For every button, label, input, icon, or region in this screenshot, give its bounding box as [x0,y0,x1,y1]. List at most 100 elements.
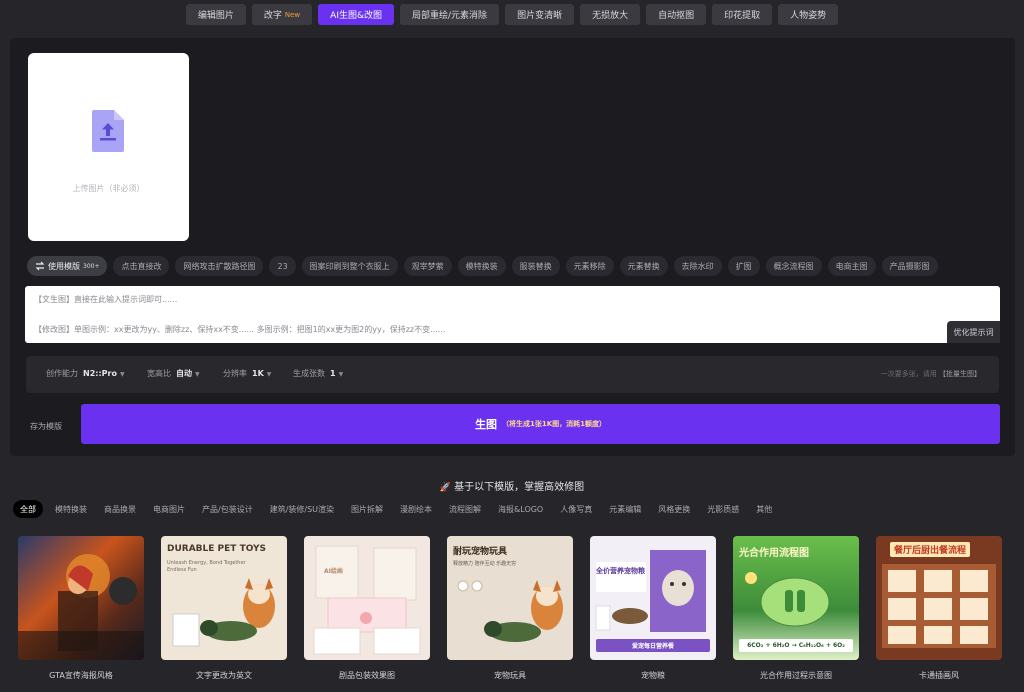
tab-cutout[interactable]: 自动抠图 [646,4,707,25]
tab-label: 局部重绘/元素消除 [412,11,488,21]
resolution-select[interactable]: 分辨率 1K ▼ [223,368,271,379]
template-chip[interactable]: 点击直接改 [113,256,170,276]
template-card[interactable]: 光合作用流程图 6CO₂ + 6H₂O → C₆H₁₂O₆ + 6O₂ 光合作用… [733,536,859,681]
save-template-button[interactable]: 存为模版 [30,421,62,432]
category-tab[interactable]: 电商图片 [148,500,190,518]
template-chip[interactable]: 图案印刷到整个衣服上 [301,256,398,276]
template-chip[interactable]: 产品摄影图 [881,256,938,276]
count-select[interactable]: 生成张数 1 ▼ [293,368,343,379]
template-chips: 使用模版 300+ 点击直接改 网络攻击扩散路径图 23 图案印刷到整个衣服上 … [27,256,938,276]
template-chip[interactable]: 电商主图 [827,256,876,276]
ratio-label: 宽高比 [147,369,171,378]
resolution-label: 分辨率 [223,369,247,378]
caret-down-icon: ▼ [195,371,200,378]
category-tab[interactable]: 模特换装 [50,500,92,518]
category-tab[interactable]: 元素编辑 [604,500,646,518]
template-card[interactable]: 全价营养宠物粮 爱宠每日营养餐 宠物粮 [590,536,716,681]
template-chip[interactable]: 网络攻击扩散路径图 [175,256,264,276]
tab-ai-generate[interactable]: AI生图&改图 [318,4,395,25]
template-chip[interactable]: 观宰梦萦 [403,256,452,276]
ratio-select[interactable]: 宽高比 自动 ▼ [147,368,200,379]
category-tab[interactable]: 图片拆解 [346,500,388,518]
kitchen-illustration [882,564,996,648]
caret-down-icon: ▼ [266,371,272,378]
optimize-prompt-button[interactable]: 优化提示词 [947,321,1000,343]
category-tab[interactable]: 海报&LOGO [493,500,548,518]
generation-panel: 上传图片（非必须） 使用模版 300+ 点击直接改 网络攻击扩散路径图 23 图… [10,38,1015,456]
template-thumbnail: 全价营养宠物粮 爱宠每日营养餐 [590,536,716,660]
generate-button[interactable]: 生图 （将生成1张1K图，消耗1额度） [81,404,1000,444]
template-chip[interactable]: 去除水印 [673,256,722,276]
template-card[interactable]: DURABLE PET TOYS Unleash Energy, Bond To… [161,536,287,681]
batch-hint: 一次要多张，请用 【批量生图】 [881,369,981,379]
tab-label: 编辑图片 [197,11,234,21]
category-tab[interactable]: 流程图解 [444,500,486,518]
prompt-input[interactable]: 【文生图】直接在此输入提示词即可...... 【修改图】单图示例：xx更改为yy… [25,286,1000,343]
top-tabs: 编辑图片 改字 New AI生图&改图 局部重绘/元素消除 图片变清晰 无损放大 … [0,4,1024,25]
template-card[interactable]: GTA宣传海报风格 [18,536,144,681]
options-bar: 创作能力 N2::Pro ▼ 宽高比 自动 ▼ 分辨率 1K ▼ 生成张数 1 ▼ 一次要多张，… [26,356,999,393]
template-label: 使用模版 [48,261,80,271]
tab-change-text[interactable]: 改字 New [251,4,313,25]
template-card-label: 剧品包装效果图 [339,671,395,680]
generate-label: 生图 [474,418,497,431]
tab-pose[interactable]: 人物姿势 [778,4,839,25]
category-tab[interactable]: 漫剧绘本 [395,500,437,518]
caret-down-icon: ▼ [119,371,125,378]
template-card-label: 光合作用过程示意图 [760,671,832,680]
templates-heading: 🚀 基于以下模版，掌握高效修图 [0,478,1024,493]
tab-sharpen[interactable]: 图片变清晰 [505,4,575,25]
template-chip[interactable]: 扩图 [727,256,760,276]
ability-value: N2::Pro [83,369,117,378]
template-chip[interactable]: 元素移除 [565,256,614,276]
template-thumbnail: 餐厅后厨出餐流程 [876,536,1002,660]
tab-label: 图片变清晰 [517,11,563,21]
prompt-placeholder-edit: 【修改图】单图示例：xx更改为yy、删除zz、保持xx不变...... 多图示例… [34,325,446,334]
tab-label: 无损放大 [592,11,629,21]
count-label: 生成张数 [293,369,325,378]
template-card[interactable]: AI绘画 剧品包装效果图 [304,536,430,681]
tab-edit-image[interactable]: 编辑图片 [185,4,246,25]
template-chip[interactable]: 23 [269,256,296,276]
template-card[interactable]: 餐厅后厨出餐流程 卡通插画风 [876,536,1002,681]
batch-link[interactable]: 【批量生图】 [939,370,981,378]
category-tab[interactable]: 其他 [751,500,777,518]
template-thumbnail: AI绘画 [304,536,430,660]
new-badge: New [284,10,301,19]
thumbnail-band: 爱宠每日营养餐 [596,639,710,652]
upload-icon [92,110,124,152]
batch-prefix: 一次要多张，请用 [880,370,937,378]
template-card[interactable]: 耐玩宠物玩具 释放精力 陪伴互动 乐趣无穷 宠物玩具 [447,536,573,681]
dog-toy-illustration [172,578,275,647]
thumbnail-band: 6CO₂ + 6H₂O → C₆H₁₂O₆ + 6O₂ [739,639,853,652]
category-tab[interactable]: 全部 [13,500,43,518]
ability-select[interactable]: 创作能力 N2::Pro ▼ [46,368,125,379]
category-tab[interactable]: 商品换景 [99,500,141,518]
upload-area[interactable]: 上传图片（非必须） [28,53,189,241]
tab-inpaint[interactable]: 局部重绘/元素消除 [400,4,500,25]
resolution-value: 1K [252,369,264,378]
template-chip[interactable]: 模特换装 [457,256,506,276]
thumbnail-title: 全价营养宠物粮 [596,567,645,575]
use-template-button[interactable]: 使用模版 300+ [27,256,108,276]
template-thumbnail: DURABLE PET TOYS Unleash Energy, Bond To… [161,536,287,660]
template-chip[interactable]: 服装替换 [511,256,560,276]
ability-label: 创作能力 [46,369,78,378]
dog-toy-illustration [457,580,563,642]
tab-label: 印花提取 [724,11,761,21]
packaging-illustration [313,545,421,655]
rocket-icon: 🚀 [439,483,452,493]
category-tab[interactable]: 光影质感 [702,500,744,518]
category-tab[interactable]: 风格更换 [653,500,695,518]
category-tab[interactable]: 产品/包装设计 [197,500,258,518]
tab-label: 自动抠图 [658,11,695,21]
template-card-label: 卡通插画风 [919,671,959,680]
tab-label: 人物姿势 [790,11,827,21]
template-chip[interactable]: 概念流程图 [765,256,822,276]
template-chip[interactable]: 元素替换 [619,256,668,276]
category-tab[interactable]: 建筑/装修/SU渲染 [265,500,339,518]
category-tab[interactable]: 人像写真 [555,500,597,518]
tab-upscale[interactable]: 无损放大 [580,4,641,25]
tab-print-extract[interactable]: 印花提取 [712,4,773,25]
template-thumbnail: 耐玩宠物玩具 释放精力 陪伴互动 乐趣无穷 [447,536,573,660]
